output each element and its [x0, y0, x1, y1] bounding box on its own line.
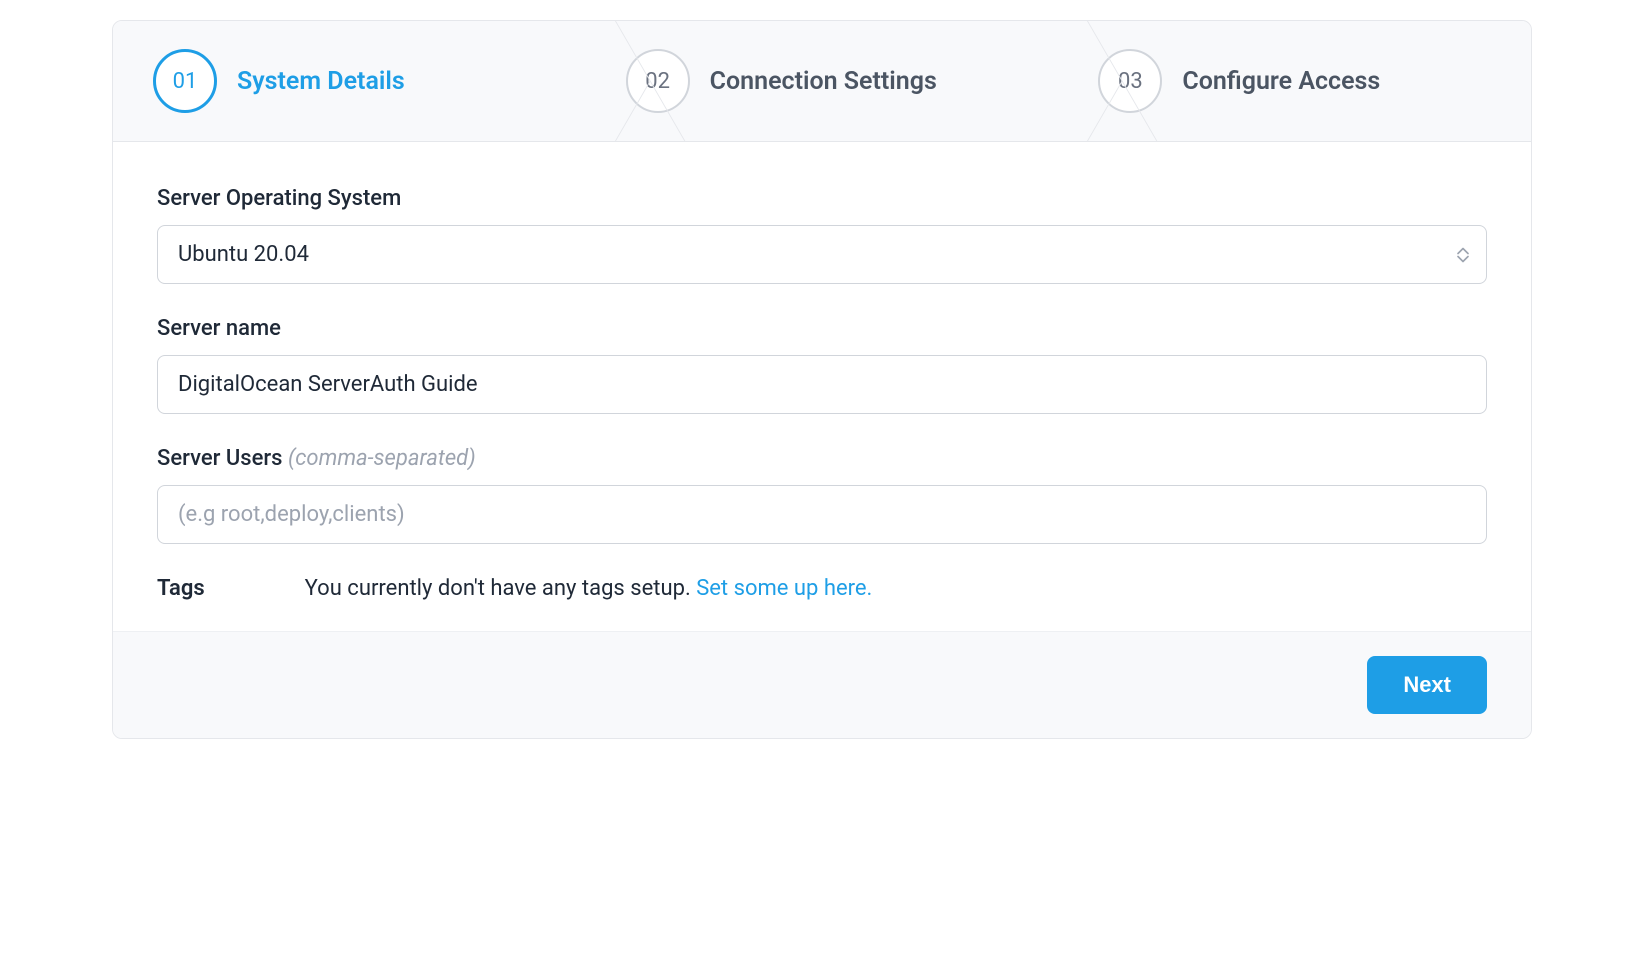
server-users-hint: (comma-separated): [288, 446, 476, 471]
form-group-os: Server Operating System Ubuntu 20.04: [157, 186, 1487, 284]
step-title: System Details: [237, 67, 405, 96]
server-users-input[interactable]: [157, 485, 1487, 544]
os-select-wrapper: Ubuntu 20.04: [157, 225, 1487, 284]
step-configure-access[interactable]: 03 Configure Access: [1058, 21, 1531, 141]
os-select[interactable]: Ubuntu 20.04: [157, 225, 1487, 284]
stepper: 01 System Details 02 Connection Settings…: [113, 21, 1531, 142]
next-button[interactable]: Next: [1367, 656, 1487, 714]
tags-label: Tags: [157, 576, 205, 601]
tags-setup-link[interactable]: Set some up here.: [696, 576, 872, 601]
wizard-container: 01 System Details 02 Connection Settings…: [112, 20, 1532, 739]
server-users-label-text: Server Users: [157, 446, 288, 471]
form-group-server-users: Server Users (comma-separated): [157, 446, 1487, 544]
server-name-input[interactable]: [157, 355, 1487, 414]
tags-text: You currently don't have any tags setup.…: [305, 576, 873, 601]
wizard-footer: Next: [113, 631, 1531, 738]
step-title: Configure Access: [1182, 67, 1380, 96]
form-body: Server Operating System Ubuntu 20.04 Ser…: [113, 142, 1531, 631]
tags-row: Tags You currently don't have any tags s…: [157, 576, 1487, 601]
step-number-circle: 01: [153, 49, 217, 113]
step-number-circle: 03: [1098, 49, 1162, 113]
server-users-label: Server Users (comma-separated): [157, 446, 1487, 471]
tags-message: You currently don't have any tags setup.: [305, 576, 697, 601]
step-connection-settings[interactable]: 02 Connection Settings: [586, 21, 1059, 141]
form-group-server-name: Server name: [157, 316, 1487, 414]
step-number-circle: 02: [626, 49, 690, 113]
step-title: Connection Settings: [710, 67, 937, 96]
server-name-label: Server name: [157, 316, 1487, 341]
os-label: Server Operating System: [157, 186, 1487, 211]
step-system-details[interactable]: 01 System Details: [113, 21, 586, 141]
